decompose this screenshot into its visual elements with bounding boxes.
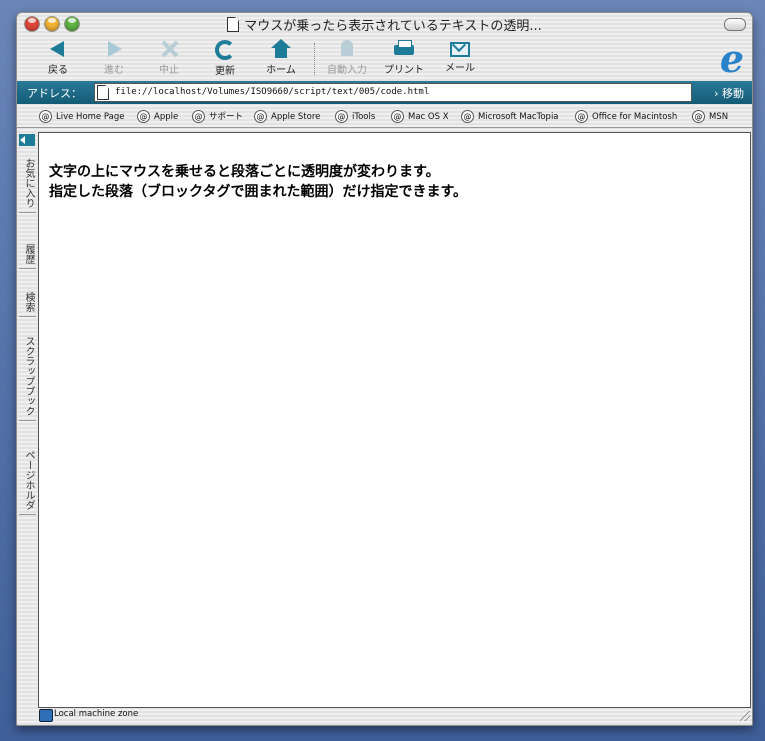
home-button[interactable]: ホーム	[256, 39, 306, 76]
favorite-live-home-page[interactable]: @ Live Home Page	[39, 110, 124, 123]
forward-label: 進む	[104, 65, 124, 76]
at-link-icon: @	[137, 110, 150, 123]
sidebar-tab-favorites[interactable]: お気に入り	[19, 154, 36, 213]
favorite-apple[interactable]: @ Apple	[137, 110, 178, 123]
forward-arrow-icon	[104, 39, 124, 59]
zone-icon	[39, 709, 53, 722]
status-bar: Local machine zone	[38, 708, 752, 723]
browser-window: マウスが乗ったら表示されているテキストの透明... 戻る 進む 中止 更新 ホー…	[16, 12, 753, 726]
favorite-label: Apple Store	[271, 112, 321, 122]
mail-label: メール	[445, 63, 475, 74]
favorite-support[interactable]: @ サポート	[192, 110, 243, 123]
favorite-label: Office for Macintosh	[592, 112, 678, 122]
toolbar: 戻る 進む 中止 更新 ホーム 自動入力 プリント メール e	[17, 37, 752, 79]
autofill-label: 自動入力	[327, 65, 367, 76]
paragraph-2[interactable]: 指定した段落（ブロックタグで囲まれた範囲）だけ指定できます。	[49, 181, 467, 201]
at-link-icon: @	[192, 110, 205, 123]
refresh-icon	[215, 40, 235, 60]
back-button[interactable]: 戻る	[33, 39, 83, 76]
favorite-mac-os-x[interactable]: @ Mac OS X	[391, 110, 449, 123]
window-title-area: マウスが乗ったら表示されているテキストの透明...	[17, 15, 752, 34]
refresh-button[interactable]: 更新	[200, 39, 250, 77]
explorer-sidebar: お気に入り 履歴 検索 スクラップブック ページホルダ	[17, 132, 38, 706]
printer-icon	[394, 39, 414, 59]
sidebar-tab-scrapbook[interactable]: スクラップブック	[19, 332, 36, 421]
resize-grip-icon[interactable]	[740, 711, 750, 721]
back-arrow-icon	[48, 39, 68, 59]
mail-envelope-icon	[450, 42, 470, 57]
sidebar-tab-search[interactable]: 検索	[19, 288, 36, 317]
refresh-label: 更新	[215, 66, 235, 77]
stop-x-icon	[159, 39, 179, 59]
at-link-icon: @	[39, 110, 52, 123]
go-button[interactable]: › 移動	[714, 85, 744, 101]
window-title: マウスが乗ったら表示されているテキストの透明...	[244, 19, 542, 34]
mail-button[interactable]: メール	[435, 39, 485, 74]
at-link-icon: @	[335, 110, 348, 123]
at-link-icon: @	[461, 110, 474, 123]
address-field[interactable]: file://localhost/Volumes/ISO9660/script/…	[94, 83, 692, 102]
favorite-msn[interactable]: @ MSN	[692, 110, 728, 123]
autofill-button[interactable]: 自動入力	[322, 39, 372, 76]
home-icon	[271, 39, 291, 59]
stop-label: 中止	[159, 65, 179, 76]
at-link-icon: @	[254, 110, 267, 123]
favorite-label: iTools	[352, 112, 376, 122]
ie-logo: e	[719, 36, 744, 81]
sidebar-tab-page-holder[interactable]: ページホルダ	[19, 446, 36, 515]
print-label: プリント	[384, 65, 424, 76]
address-url[interactable]: file://localhost/Volumes/ISO9660/script/…	[115, 87, 429, 97]
favorite-label: サポート	[209, 112, 244, 122]
address-bar: アドレス： file://localhost/Volumes/ISO9660/s…	[17, 81, 752, 104]
toolbar-separator	[314, 43, 315, 75]
at-link-icon: @	[692, 110, 705, 123]
sidebar-tab-history[interactable]: 履歴	[19, 240, 36, 269]
favorite-office-for-macintosh[interactable]: @ Office for Macintosh	[575, 110, 677, 123]
security-zone-text: Local machine zone	[54, 709, 139, 719]
favorite-label: Apple	[154, 112, 179, 122]
favorites-bar: @ Live Home Page @ Apple @ サポート @ Apple Stor…	[17, 107, 752, 128]
favorite-apple-store[interactable]: @ Apple Store	[254, 110, 320, 123]
sidebar-toggle-icon[interactable]	[19, 134, 35, 146]
paragraph-1[interactable]: 文字の上にマウスを乗せると段落ごとに透明度が変わります。	[49, 161, 440, 181]
favorite-itools[interactable]: @ iTools	[335, 110, 375, 123]
page-content: 文字の上にマウスを乗せると段落ごとに透明度が変わります。 指定した段落（ブロック…	[38, 132, 751, 708]
favorite-label: Live Home Page	[56, 112, 125, 122]
favorite-label: Mac OS X	[408, 112, 449, 122]
at-link-icon: @	[575, 110, 588, 123]
forward-button[interactable]: 進む	[89, 39, 139, 76]
title-bar[interactable]: マウスが乗ったら表示されているテキストの透明...	[17, 13, 752, 35]
print-button[interactable]: プリント	[379, 39, 429, 76]
favorite-label: Microsoft MacTopia	[478, 112, 559, 122]
back-label: 戻る	[48, 65, 68, 76]
document-icon	[227, 17, 240, 32]
favorite-label: MSN	[709, 112, 729, 122]
favorite-microsoft-mactopia[interactable]: @ Microsoft MacTopia	[461, 110, 559, 123]
toolbar-toggle-button[interactable]	[724, 18, 746, 31]
home-label: ホーム	[266, 65, 296, 76]
stop-button[interactable]: 中止	[144, 39, 194, 76]
at-link-icon: @	[391, 110, 404, 123]
page-document-icon[interactable]	[97, 85, 109, 100]
autofill-icon	[337, 39, 357, 59]
address-label: アドレス：	[27, 87, 82, 100]
